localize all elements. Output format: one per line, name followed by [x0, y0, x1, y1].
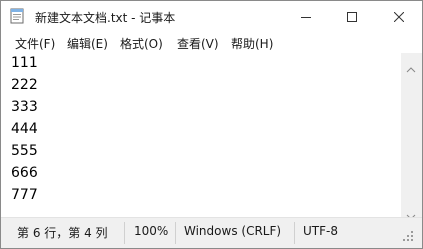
menu-file[interactable]: 文件(F): [13, 35, 57, 52]
status-bar: 第 6 行，第 4 列 100% Windows (CRLF) UTF-8: [1, 218, 422, 248]
vertical-scrollbar[interactable]: [401, 53, 422, 220]
text-line: 555: [11, 143, 38, 159]
close-icon: [394, 11, 404, 22]
text-line: 333: [11, 99, 38, 115]
text-line: 111: [11, 55, 38, 71]
resize-grip-icon[interactable]: [402, 230, 414, 245]
text-line: 777: [11, 187, 38, 203]
minimize-button[interactable]: [283, 1, 329, 32]
menu-help[interactable]: 帮助(H): [229, 35, 275, 52]
menu-view[interactable]: 查看(V): [175, 35, 221, 52]
status-divider: [294, 222, 295, 244]
maximize-button[interactable]: [329, 1, 375, 32]
text-line: 444: [11, 121, 38, 137]
text-line: 666: [11, 165, 38, 181]
text-line: 222: [11, 77, 38, 93]
title-bar[interactable]: 新建文本文档.txt - 记事本: [1, 1, 422, 32]
status-divider: [175, 222, 176, 244]
minimize-icon: [301, 12, 311, 22]
close-button[interactable]: [376, 1, 422, 32]
notepad-window: 新建文本文档.txt - 记事本 文件(F) 编辑(E) 格式(O) 查看(V)…: [0, 0, 423, 249]
menu-format[interactable]: 格式(O): [118, 35, 165, 52]
line-ending: Windows (CRLF): [184, 224, 282, 238]
zoom-level: 100%: [134, 224, 169, 238]
scroll-up-icon[interactable]: [406, 58, 416, 77]
status-divider: [124, 222, 125, 244]
text-editor[interactable]: 111 222 333 444 555 666 777: [1, 53, 401, 217]
maximize-icon: [347, 11, 357, 22]
cursor-position: 第 6 行，第 4 列: [17, 226, 108, 240]
notepad-icon: [9, 8, 25, 24]
encoding: UTF-8: [303, 224, 338, 238]
menu-bar: 文件(F) 编辑(E) 格式(O) 查看(V) 帮助(H): [1, 32, 422, 53]
window-title: 新建文本文档.txt - 记事本: [35, 11, 176, 25]
menu-edit[interactable]: 编辑(E): [65, 35, 110, 52]
